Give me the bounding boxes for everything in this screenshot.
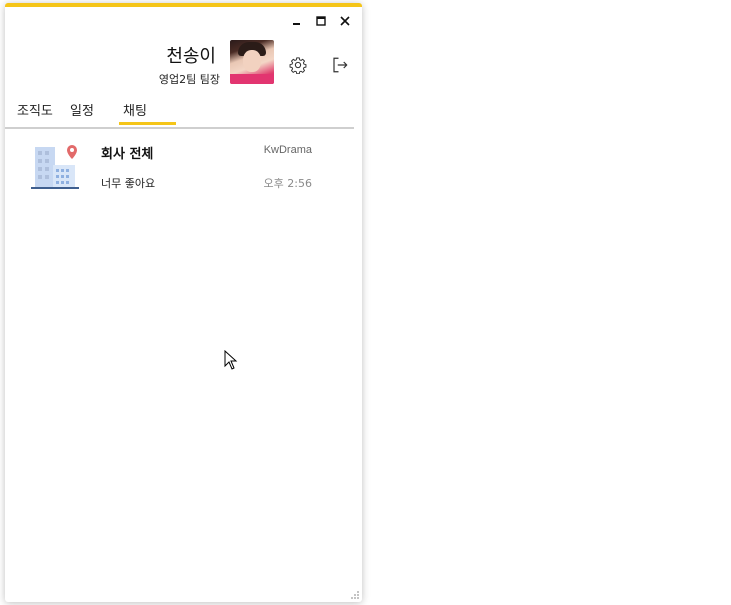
minimize-button[interactable] (288, 13, 306, 29)
user-name: 천송이 (166, 46, 216, 67)
profile-header: 천송이 영업2팀 팀장 (5, 37, 362, 91)
logout-button[interactable] (329, 54, 351, 76)
chat-room-item[interactable]: 회사 전체 KwDrama 너무 좋아요 오후 2:56 (5, 133, 362, 199)
tab-schedule[interactable]: 일정 (70, 100, 94, 119)
chat-room-time: 오후 2:56 (263, 177, 312, 190)
chat-room-name: 회사 전체 (101, 147, 154, 162)
maximize-button[interactable] (312, 13, 330, 29)
minimize-icon (293, 23, 300, 25)
gear-icon (289, 57, 307, 74)
avatar[interactable] (230, 40, 274, 84)
tab-chat[interactable]: 채팅 (123, 100, 147, 119)
building-location-icon (31, 145, 79, 189)
chat-room-list: 회사 전체 KwDrama 너무 좋아요 오후 2:56 (5, 133, 362, 199)
chat-room-sender: KwDrama (263, 144, 312, 156)
close-icon (340, 16, 350, 26)
chat-room-last-message: 너무 좋아요 (101, 177, 156, 190)
close-button[interactable] (336, 13, 354, 29)
maximize-icon (316, 16, 326, 26)
user-title: 영업2팀 팀장 (158, 73, 220, 86)
active-tab-indicator (119, 122, 176, 125)
settings-button[interactable] (287, 54, 309, 76)
tab-bar: 조직도 일정 채팅 (5, 97, 354, 129)
window-controls (288, 13, 354, 29)
tab-org-chart[interactable]: 조직도 (17, 100, 53, 119)
resize-grip-icon[interactable] (350, 590, 360, 600)
messenger-window: 천송이 영업2팀 팀장 조직도 일정 채팅 회사 전체 KwDrama 너무 좋… (5, 3, 362, 602)
logout-icon (333, 57, 348, 73)
mouse-cursor-icon (224, 350, 238, 370)
